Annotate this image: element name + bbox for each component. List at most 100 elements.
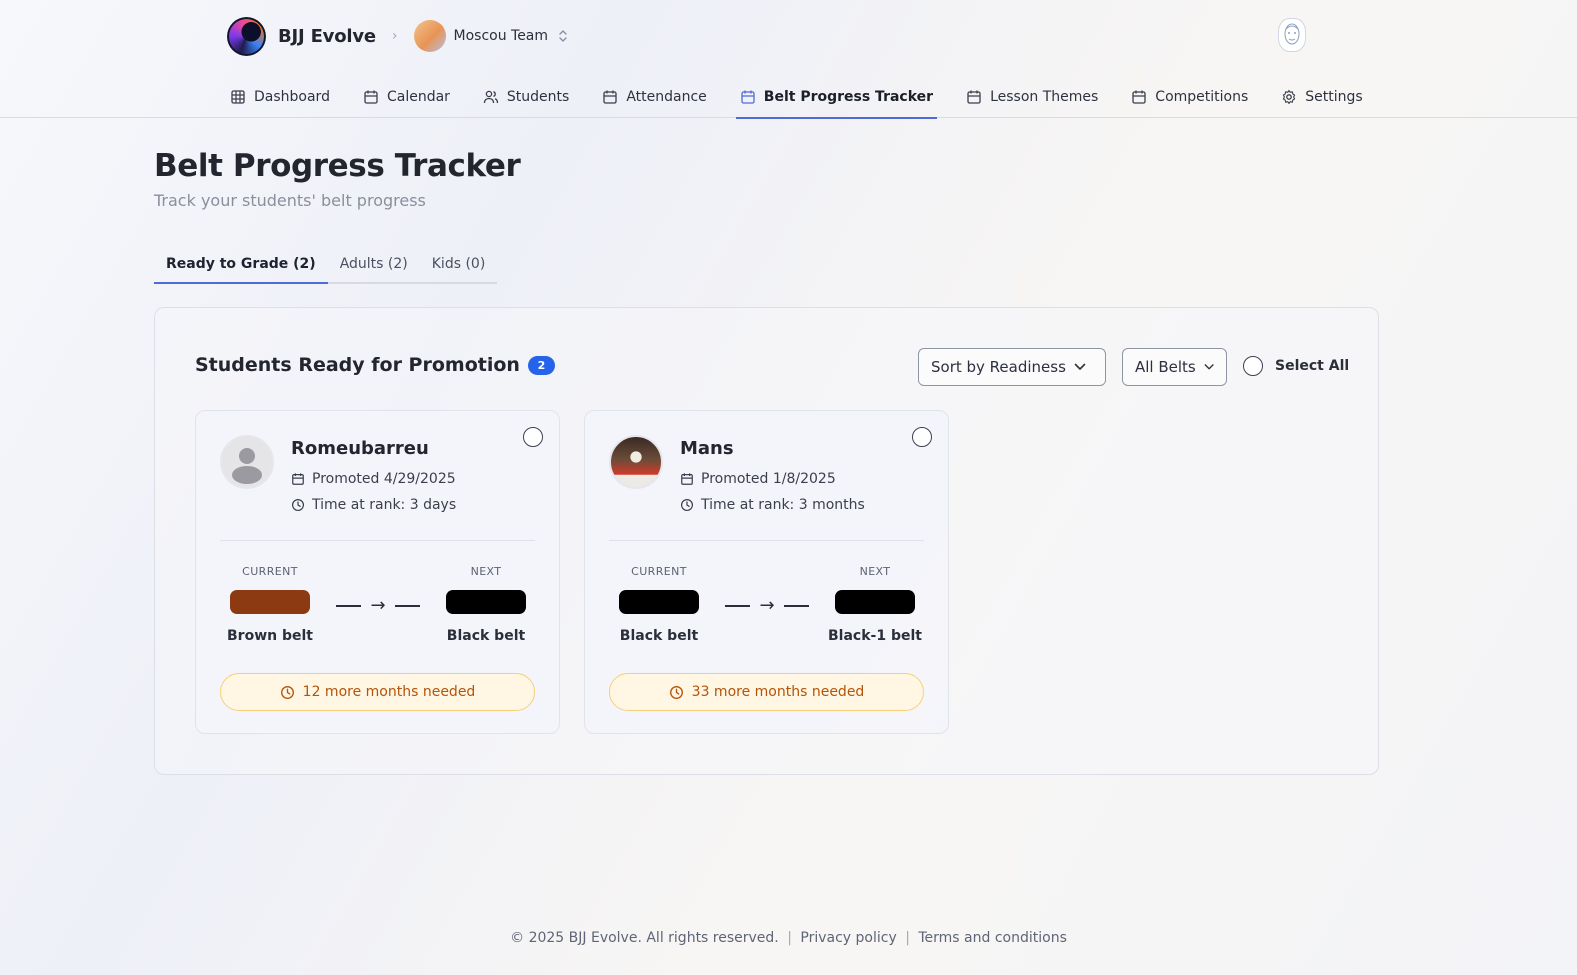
select-all-label: Select All xyxy=(1275,358,1350,374)
tab-ready-to-grade[interactable]: Ready to Grade (2) xyxy=(154,246,328,284)
clock-icon xyxy=(680,498,694,512)
nav-label: Belt Progress Tracker xyxy=(763,89,934,105)
belt-name: Brown belt xyxy=(227,628,313,644)
nav-attendance[interactable]: Attendance xyxy=(598,76,710,118)
current-belt: CURRENT Brown belt xyxy=(220,565,320,644)
belt-filter-select[interactable]: All Belts xyxy=(1122,348,1227,386)
nav-calendar[interactable]: Calendar xyxy=(359,76,454,118)
time-at-rank: Time at rank: 3 months xyxy=(680,497,865,513)
clock-icon xyxy=(291,498,305,512)
chevron-up-down-icon xyxy=(558,29,568,43)
nav-students[interactable]: Students xyxy=(479,76,573,118)
student-select-checkbox[interactable] xyxy=(523,427,543,447)
time-needed-text: 12 more months needed xyxy=(302,684,476,700)
belt-name: Black-1 belt xyxy=(828,628,922,644)
promoted-text: Promoted 1/8/2025 xyxy=(701,471,836,487)
users-icon xyxy=(483,90,499,104)
calendar-icon xyxy=(364,90,378,104)
brand: BJJ Evolve › Moscou Team xyxy=(227,16,568,56)
clock-icon xyxy=(669,685,683,699)
avatar xyxy=(220,435,274,489)
brand-logo[interactable] xyxy=(227,16,266,56)
student-card: Romeubarreu Promoted 4/29/2025 Time at r… xyxy=(195,410,560,734)
student-card: Mans Promoted 1/8/2025 Time at rank: 3 m… xyxy=(584,410,949,734)
nav-belt-progress-tracker[interactable]: Belt Progress Tracker xyxy=(735,76,938,119)
checkbox[interactable] xyxy=(1243,356,1263,376)
nav-competitions[interactable]: Competitions xyxy=(1127,76,1252,118)
count-badge: 2 xyxy=(527,355,555,375)
promoted-text: Promoted 4/29/2025 xyxy=(312,471,456,487)
nav-label: Lesson Themes xyxy=(990,89,1099,105)
footer: © 2025 BJJ Evolve. All rights reserved. … xyxy=(0,930,1577,946)
nav-dashboard[interactable]: Dashboard xyxy=(226,76,334,118)
nav-label: Calendar xyxy=(386,89,450,105)
nav-settings[interactable]: Settings xyxy=(1277,76,1366,118)
student-name[interactable]: Romeubarreu xyxy=(291,438,429,459)
tab-adults[interactable]: Adults (2) xyxy=(328,246,420,282)
nav-label: Attendance xyxy=(626,89,707,105)
belt-swatch xyxy=(619,590,699,614)
sort-select[interactable]: Sort by Readiness xyxy=(918,348,1106,386)
copyright: © 2025 BJJ Evolve. All rights reserved. xyxy=(510,930,779,946)
promoted-date: Promoted 1/8/2025 xyxy=(680,471,836,487)
belt-swatch xyxy=(835,590,915,614)
user-placeholder-icon xyxy=(232,448,262,484)
belt-filter-value: All Belts xyxy=(1135,358,1196,376)
calendar-icon xyxy=(292,473,304,485)
belt-name: Black belt xyxy=(619,628,699,644)
next-belt: NEXT Black belt xyxy=(436,565,536,644)
sort-select-value: Sort by Readiness xyxy=(931,358,1066,376)
calendar-icon xyxy=(603,90,617,104)
time-at-rank: Time at rank: 3 days xyxy=(291,497,456,513)
nav-lesson-themes[interactable]: Lesson Themes xyxy=(962,76,1102,118)
clock-icon xyxy=(280,685,294,699)
current-label: CURRENT xyxy=(631,565,687,578)
divider xyxy=(609,540,924,541)
user-avatar[interactable] xyxy=(1278,18,1306,52)
time-needed-text: 33 more months needed xyxy=(691,684,865,700)
tab-kids[interactable]: Kids (0) xyxy=(420,246,498,282)
calendar-icon xyxy=(1132,90,1146,104)
team-avatar xyxy=(413,20,446,52)
privacy-link[interactable]: Privacy policy xyxy=(800,930,896,946)
terms-link[interactable]: Terms and conditions xyxy=(918,930,1067,946)
next-label: NEXT xyxy=(470,565,502,578)
footer-separator: | xyxy=(905,930,910,946)
student-name[interactable]: Mans xyxy=(680,438,734,459)
face-icon xyxy=(1284,23,1300,45)
time-needed-badge: 33 more months needed xyxy=(609,673,924,711)
page-title: Belt Progress Tracker xyxy=(154,148,521,184)
belt-swatch xyxy=(230,590,310,614)
next-belt: NEXT Black-1 belt xyxy=(825,565,925,644)
promoted-date: Promoted 4/29/2025 xyxy=(291,471,456,487)
team-name: Moscou Team xyxy=(453,28,549,44)
nav-label: Competitions xyxy=(1155,89,1249,105)
current-label: CURRENT xyxy=(242,565,298,578)
footer-separator: | xyxy=(787,930,792,946)
calendar-icon xyxy=(741,90,755,104)
time-at-rank-text: Time at rank: 3 months xyxy=(701,497,865,513)
top-bar: BJJ Evolve › Moscou Team Dashboard Calen… xyxy=(0,0,1577,119)
team-switcher[interactable]: Moscou Team xyxy=(413,20,569,52)
student-select-checkbox[interactable] xyxy=(912,427,932,447)
calendar-icon xyxy=(967,90,981,104)
brand-name[interactable]: BJJ Evolve xyxy=(278,26,376,47)
belt-swatch xyxy=(446,590,526,614)
tab-bar: Ready to Grade (2) Adults (2) Kids (0) xyxy=(154,246,498,284)
panel-title: Students Ready for Promotion 2 xyxy=(195,354,555,376)
chevron-down-icon xyxy=(1074,363,1086,370)
time-at-rank-text: Time at rank: 3 days xyxy=(312,497,457,513)
page-subtitle: Track your students' belt progress xyxy=(154,191,426,210)
next-label: NEXT xyxy=(859,565,891,578)
chevron-down-icon xyxy=(1204,364,1214,370)
select-all-checkbox[interactable]: Select All xyxy=(1243,356,1349,376)
avatar xyxy=(609,435,663,489)
current-belt: CURRENT Black belt xyxy=(609,565,709,644)
gear-icon xyxy=(1283,89,1296,105)
time-needed-badge: 12 more months needed xyxy=(220,673,535,711)
promotion-panel: Students Ready for Promotion 2 Sort by R… xyxy=(154,307,1379,775)
nav-label: Students xyxy=(506,89,570,105)
grid-icon xyxy=(231,90,245,104)
belt-name: Black belt xyxy=(446,628,526,644)
nav-label: Dashboard xyxy=(254,89,330,105)
